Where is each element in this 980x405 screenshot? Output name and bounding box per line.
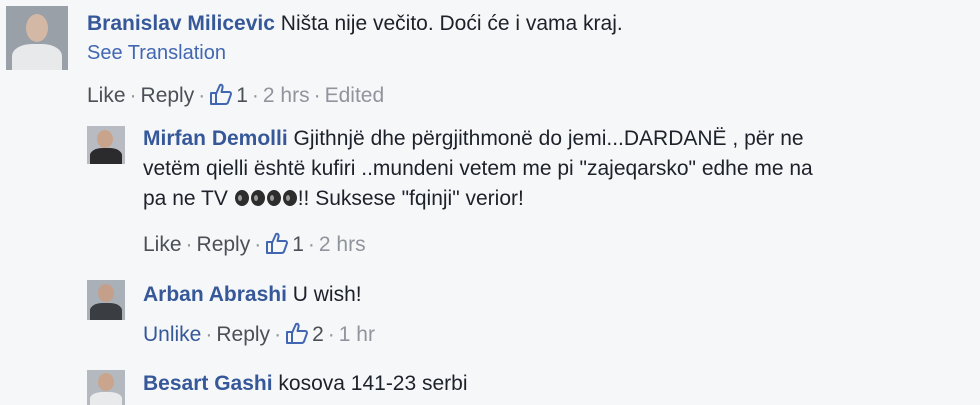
avatar[interactable] [6, 6, 68, 70]
thumbs-up-icon[interactable] [285, 322, 309, 350]
reply-link[interactable]: Reply [197, 233, 251, 256]
hands-over-face-emoji-icon [234, 186, 298, 216]
like-count[interactable]: 1 [236, 84, 248, 107]
comment-text-line-3b: !! Suksese "fqinji" verior! [297, 187, 524, 210]
unlike-link[interactable]: Unlike [143, 323, 201, 346]
comment-mirfan: Mirfan Demolli Gjithnjë dhe përgjithmonë… [0, 120, 980, 270]
comment-author[interactable]: Arban Abrashi [143, 283, 287, 306]
comment-actions: Unlike · Reply · 2 · 1 hr [143, 322, 375, 350]
like-link[interactable]: Like [143, 233, 182, 256]
comment-branislav: Branislav Milicevic Ništa nije večito. D… [0, 0, 980, 120]
like-count[interactable]: 2 [312, 323, 324, 346]
comment-actions: Like · Reply · 1 · 2 hrs [143, 232, 366, 260]
like-link[interactable]: Like [87, 84, 126, 107]
see-translation-link[interactable]: See Translation [87, 42, 226, 65]
comment-text: U wish! [292, 283, 362, 306]
edited-label[interactable]: Edited [325, 84, 385, 107]
comment-author[interactable]: Branislav Milicevic [87, 12, 275, 35]
avatar[interactable] [87, 280, 125, 320]
thumbs-up-icon[interactable] [209, 83, 233, 111]
thumbs-up-icon[interactable] [265, 232, 289, 260]
avatar[interactable] [87, 126, 125, 164]
comment-besart: Besart Gashi kosova 141-23 serbi [0, 360, 980, 405]
comment-text: kosova 141-23 serbi [278, 372, 468, 395]
reply-link[interactable]: Reply [216, 323, 270, 346]
comment-arban: Arban Abrashi U wish! Unlike · Reply · 2 · 1 h… [0, 270, 980, 360]
comment-text-line-1: Gjithnjë dhe përgjithmonë do jemi...DARD… [293, 127, 804, 150]
comment-author[interactable]: Mirfan Demolli [143, 127, 288, 150]
comment-text: Ništa nije večito. Doći će i vama kraj. [280, 12, 623, 35]
comment-text-line-2: vetëm qielli është kufiri ..mundeni vete… [143, 157, 813, 180]
reply-link[interactable]: Reply [141, 84, 195, 107]
avatar[interactable] [87, 370, 125, 405]
timestamp[interactable]: 1 hr [339, 323, 375, 346]
like-count[interactable]: 1 [292, 233, 304, 256]
comment-text-line-3a: pa ne TV [143, 187, 234, 210]
comment-actions: Like · Reply · 1 · 2 hrs · Edited [87, 83, 384, 111]
timestamp[interactable]: 2 hrs [263, 84, 310, 107]
comment-author[interactable]: Besart Gashi [143, 372, 273, 395]
timestamp[interactable]: 2 hrs [319, 233, 366, 256]
